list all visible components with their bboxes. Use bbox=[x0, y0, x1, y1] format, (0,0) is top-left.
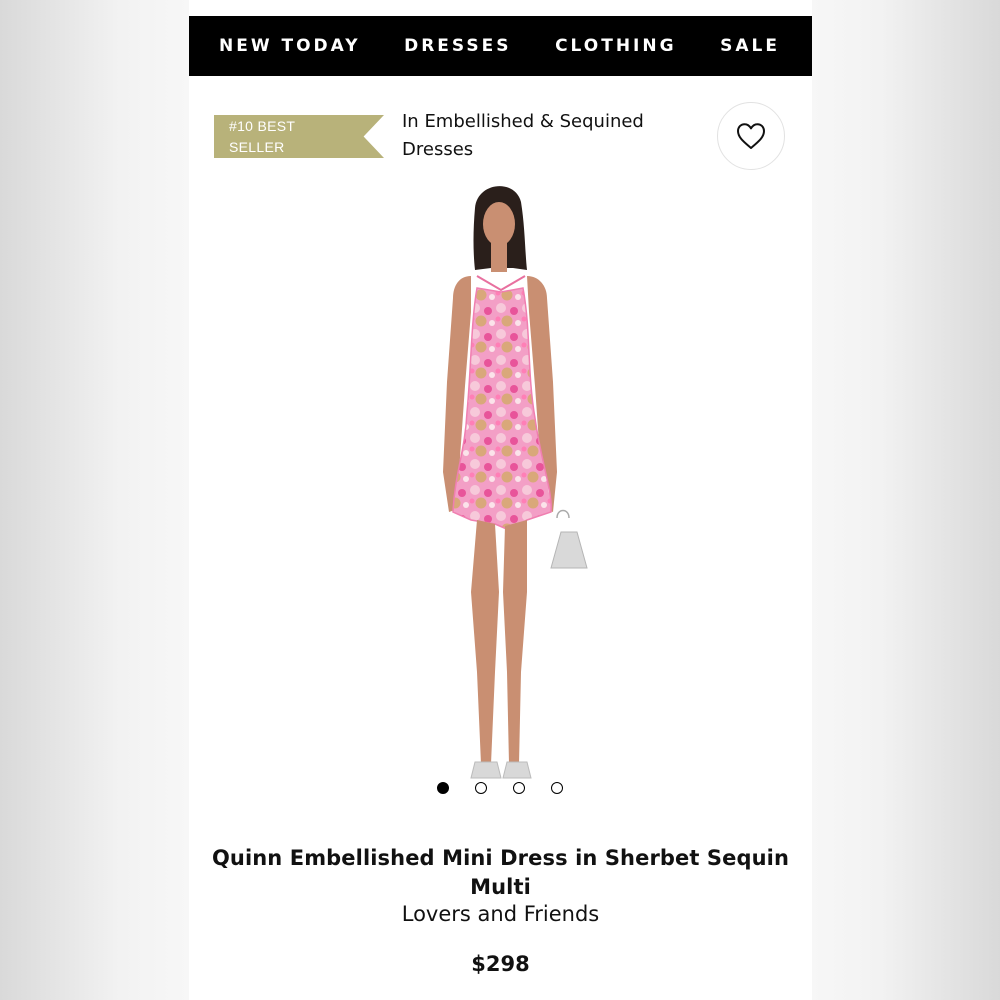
product-title: Quinn Embellished Mini Dress in Sherbet … bbox=[211, 846, 790, 899]
product-page: NEW TODAY DRESSES CLOTHING SALE #10 BEST… bbox=[189, 0, 812, 1000]
best-seller-badge: #10 BEST SELLER bbox=[214, 115, 384, 158]
handbag bbox=[550, 531, 588, 569]
heart-icon bbox=[737, 123, 765, 149]
carousel-dot-2[interactable] bbox=[475, 782, 487, 794]
product-brand[interactable]: Lovers and Friends bbox=[189, 902, 812, 926]
top-navigation: NEW TODAY DRESSES CLOTHING SALE bbox=[189, 16, 812, 76]
product-price: $298 bbox=[471, 952, 530, 976]
model-photo bbox=[443, 186, 588, 779]
carousel-dot-4[interactable] bbox=[551, 782, 563, 794]
carousel-dot-3[interactable] bbox=[513, 782, 525, 794]
model-right-shoe bbox=[502, 761, 532, 779]
nav-item-dresses[interactable]: DRESSES bbox=[404, 36, 511, 56]
model-right-leg bbox=[503, 520, 527, 764]
carousel-dot-1[interactable] bbox=[437, 782, 449, 794]
badge-label: SELLER bbox=[229, 139, 285, 155]
model-left-leg bbox=[471, 520, 499, 764]
image-carousel-dots bbox=[189, 782, 812, 798]
nav-item-sale[interactable]: SALE bbox=[720, 36, 780, 56]
wishlist-button[interactable] bbox=[717, 102, 785, 170]
model-face bbox=[483, 202, 515, 246]
nav-item-new-today[interactable]: NEW TODAY bbox=[219, 36, 361, 56]
model-left-shoe bbox=[470, 761, 502, 779]
product-image[interactable] bbox=[209, 172, 792, 784]
nav-item-clothing[interactable]: CLOTHING bbox=[555, 36, 676, 56]
badge-rank: #10 BEST bbox=[229, 118, 296, 134]
category-link[interactable]: In Embellished & Sequined Dresses bbox=[402, 108, 702, 164]
